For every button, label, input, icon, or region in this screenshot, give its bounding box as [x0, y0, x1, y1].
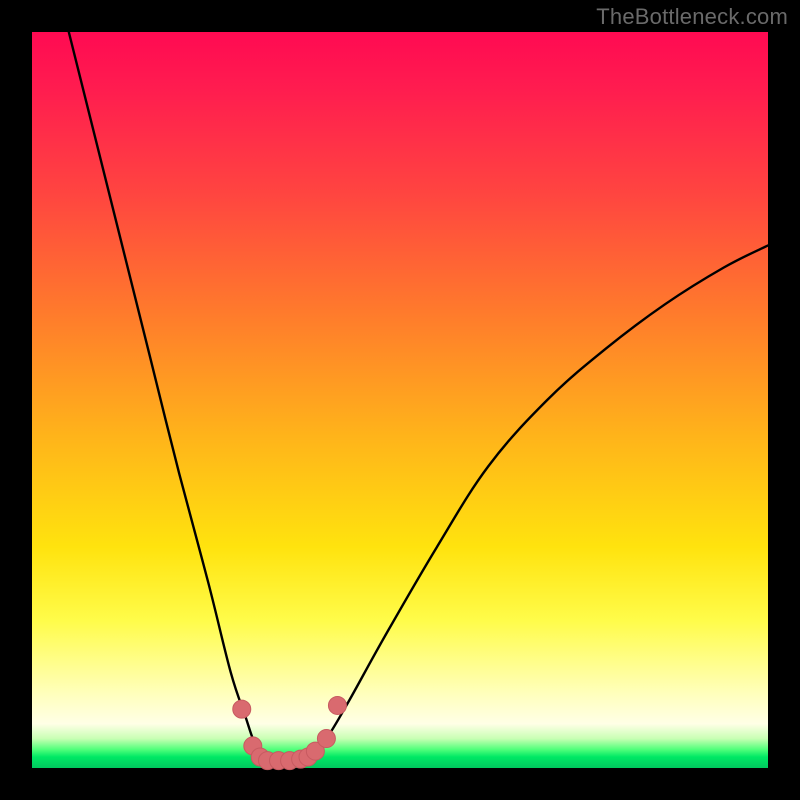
curve-layer	[32, 32, 768, 768]
bottleneck-curve	[69, 32, 768, 761]
marker-point	[328, 696, 346, 714]
watermark-text: TheBottleneck.com	[596, 4, 788, 30]
marker-point	[317, 730, 335, 748]
chart-frame: TheBottleneck.com	[0, 0, 800, 800]
marker-point	[233, 700, 251, 718]
